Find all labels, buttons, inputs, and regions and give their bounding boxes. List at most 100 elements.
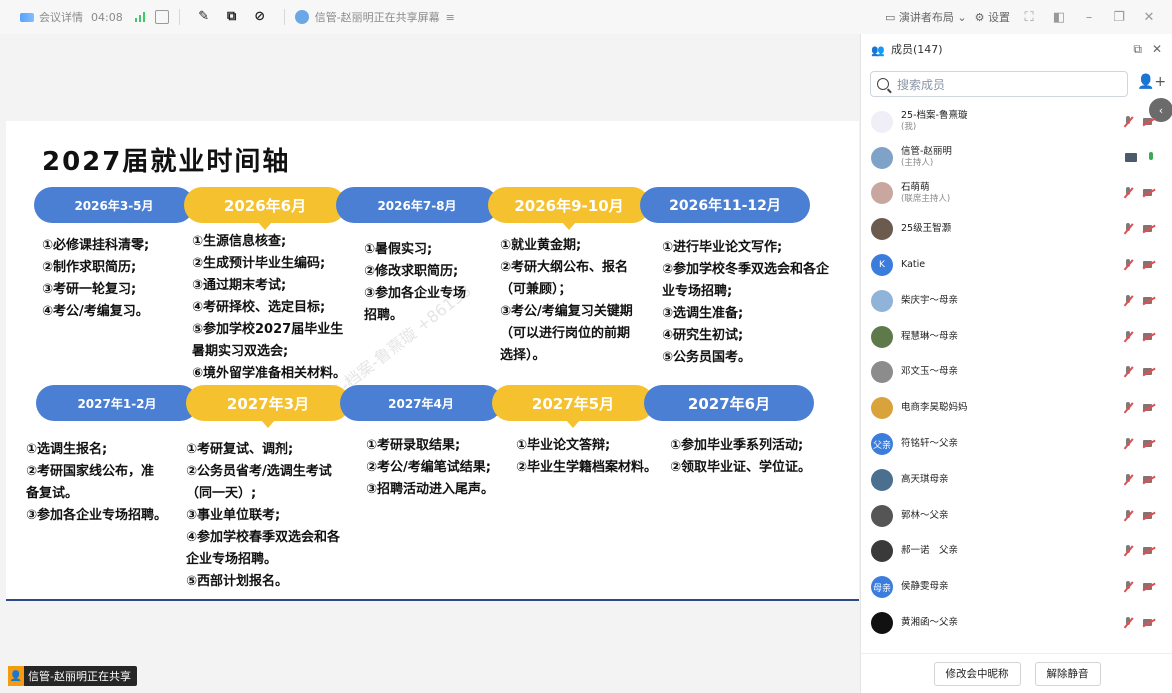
mic-off-icon[interactable] (1123, 187, 1133, 199)
camera-off-icon[interactable] (1143, 439, 1155, 449)
layout-icon: ▭ (885, 11, 899, 24)
hide-video-icon[interactable]: ⊘ (252, 10, 268, 24)
timeline-items: ①考研录取结果; ②考公/考编笔试结果; ③招聘活动进入尾声。 (366, 438, 495, 497)
invite-member-icon[interactable]: 👤+ (1137, 74, 1166, 90)
close-icon[interactable]: ✕ (1138, 10, 1160, 25)
minimize-icon[interactable]: – (1078, 10, 1100, 25)
member-name: 郝一诺 父亲 (901, 545, 959, 557)
meeting-timer: 04:08 (91, 10, 123, 24)
camera-off-icon[interactable] (1143, 618, 1155, 628)
sharing-status: 信管-赵丽明正在共享屏幕 (314, 11, 440, 24)
members-panel-footer: 修改会中昵称 解除静音 (861, 653, 1172, 693)
popout-panel-icon[interactable]: ⧉ (1133, 42, 1142, 57)
camera-off-icon[interactable] (1143, 546, 1155, 556)
member-row[interactable]: 高天琪母亲 (861, 462, 1172, 498)
timeline-pill: 2026年9-10月 (488, 187, 650, 230)
mic-off-icon[interactable] (1123, 617, 1133, 629)
avatar (871, 146, 893, 169)
camera-off-icon[interactable] (1143, 367, 1155, 377)
member-name: 25-档案-鲁熹璇 (901, 110, 968, 122)
member-row[interactable]: 程慧琳～母亲 (861, 319, 1172, 355)
member-name: 邓文玉～母亲 (901, 366, 959, 378)
top-bar: 会议详情 04:08 ✎ ⧉ ⊘ 信管-赵丽明正在共享屏幕 ≡ ▭ 演讲者布局 … (0, 0, 1172, 34)
member-name: 25级王智灏 (901, 223, 952, 235)
camera-off-icon[interactable] (1143, 296, 1155, 306)
avatar (871, 504, 893, 527)
unmute-button[interactable]: 解除静音 (1034, 661, 1101, 686)
settings-button[interactable]: ⚙ 设置 (975, 9, 1010, 25)
camera-off-icon[interactable] (1143, 332, 1155, 342)
meeting-info-button[interactable]: 会议详情 (16, 0, 87, 34)
restore-icon[interactable]: ❐ (1108, 10, 1130, 25)
timeline-items: ①暑假实习; ②修改求职简历; ③参加各企业专场 招聘。 (364, 242, 467, 323)
member-search-input[interactable]: 搜索成员 (870, 71, 1128, 97)
member-row[interactable]: 信管-赵丽明 (主持人) (861, 140, 1172, 176)
member-row[interactable]: 25-档案-鲁熹璇 (我) (861, 104, 1172, 140)
meeting-info-label: 会议详情 (39, 11, 83, 24)
fullscreen-icon[interactable]: ⛶ (1018, 10, 1040, 25)
member-name: 石萌萌 (901, 181, 930, 193)
mic-off-icon[interactable] (1123, 294, 1133, 307)
member-row[interactable]: 石萌萌 (联席主持人) (861, 176, 1172, 212)
mic-off-icon[interactable] (1123, 115, 1133, 128)
mic-off-icon[interactable] (1123, 438, 1133, 450)
members-panel-header: 👥 成员(147) ⧉ ✕ (861, 34, 1172, 64)
camera-off-icon[interactable] (1143, 511, 1155, 521)
mic-on-icon[interactable] (1147, 151, 1155, 164)
mic-off-icon[interactable] (1123, 330, 1133, 343)
camera-off-icon[interactable] (1143, 403, 1155, 413)
member-row[interactable]: 25级王智灏 (861, 211, 1172, 247)
mic-off-icon[interactable] (1123, 473, 1133, 486)
member-row[interactable]: 郭林～父亲 (861, 498, 1172, 534)
speaker-layout-button[interactable]: ▭ 演讲者布局 ⌄ (885, 9, 967, 25)
member-name: 信管-赵丽明 (901, 146, 952, 158)
timeline-items: ①参加毕业季系列活动; ②领取毕业证、学位证。 (670, 438, 812, 475)
member-row[interactable]: 母亲 侯静雯母亲 (861, 569, 1172, 605)
popout-icon[interactable] (154, 10, 169, 24)
camera-off-icon[interactable] (1143, 224, 1155, 234)
member-name: 电商李昊聪妈妈 (901, 402, 968, 414)
camera-off-icon[interactable] (1143, 260, 1155, 270)
member-row[interactable]: K Katie (861, 247, 1172, 283)
timeline-pill: 2027年4月 (340, 385, 502, 421)
annotate-icon[interactable]: ✎ (196, 10, 212, 24)
divider (178, 9, 180, 25)
member-row[interactable]: 父亲 符铭轩～父亲 (861, 426, 1172, 462)
member-row[interactable]: 邓文玉～母亲 (861, 355, 1172, 391)
members-icon: 👥 (871, 44, 885, 57)
timeline-pill: 2027年3月 (186, 385, 350, 428)
mic-off-icon[interactable] (1123, 223, 1133, 235)
member-role: (我) (901, 122, 917, 133)
camera-off-icon[interactable] (1143, 475, 1155, 485)
member-row[interactable]: 电商李昊聪妈妈 (861, 390, 1172, 426)
camera-off-icon[interactable] (1143, 117, 1155, 127)
avatar (871, 361, 893, 384)
user-icon: 👤 (8, 666, 24, 686)
gear-icon: ⚙ (974, 11, 988, 24)
sidebar-toggle-icon[interactable]: ◧ (1048, 10, 1070, 25)
divider (283, 9, 285, 25)
camera-off-icon[interactable] (1143, 188, 1155, 198)
slide-title: 2027届就业时间轴 (42, 147, 291, 177)
member-row[interactable]: 郝一诺 父亲 (861, 534, 1172, 570)
close-panel-icon[interactable]: ✕ (1152, 42, 1162, 57)
menu-icon[interactable]: ≡ (446, 11, 455, 24)
mic-off-icon[interactable] (1123, 545, 1133, 557)
sharing-indicator[interactable]: 👤 信管-赵丽明正在共享 (8, 666, 137, 686)
search-placeholder: 搜索成员 (897, 77, 946, 92)
mic-off-icon[interactable] (1123, 259, 1133, 271)
member-list: 25-档案-鲁熹璇 (我) 信管-赵丽明 (主持人) 石萌萌 (联席主持人) 25级王智灏 K… (861, 104, 1172, 641)
search-icon (877, 78, 889, 90)
camera-off-icon[interactable] (1143, 582, 1155, 592)
mic-off-icon[interactable] (1123, 366, 1133, 378)
timeline-pill: 2026年7-8月 (336, 187, 498, 223)
mic-off-icon[interactable] (1123, 581, 1133, 593)
rename-button[interactable]: 修改会中昵称 (933, 661, 1021, 686)
member-row[interactable]: 柴庆宇～母亲 (861, 283, 1172, 319)
mic-off-icon[interactable] (1123, 402, 1133, 414)
member-role: (主持人) (901, 158, 934, 169)
timeline-items: ①毕业论文答辩; ②毕业生学籍档案材料。 (516, 438, 658, 475)
mic-off-icon[interactable] (1123, 509, 1133, 522)
remote-control-icon[interactable]: ⧉ (224, 10, 240, 24)
member-row[interactable]: 黄湘函～父亲 (861, 605, 1172, 641)
